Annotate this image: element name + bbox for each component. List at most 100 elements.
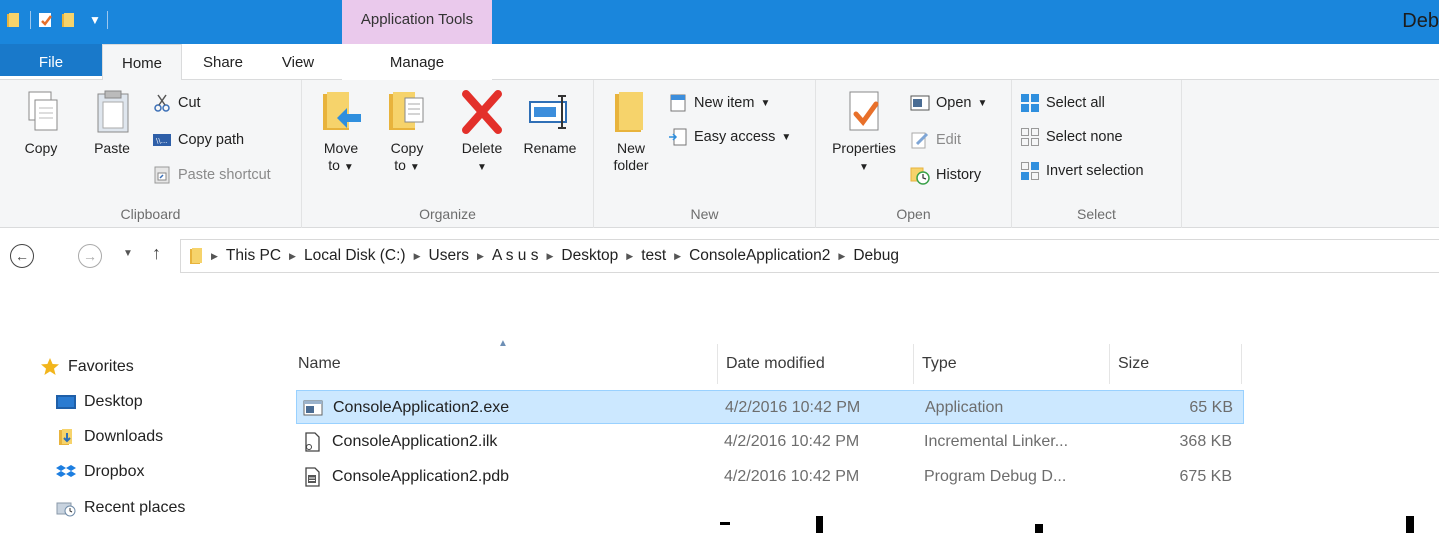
column-header-type[interactable]: Type xyxy=(914,344,1110,384)
file-row[interactable]: ConsoleApplication2.ilk 4/2/2016 10:42 P… xyxy=(296,425,1244,459)
file-date: 4/2/2016 10:42 PM xyxy=(725,399,861,416)
group-open: Properties ▼ Open ▼ Edit History Open xyxy=(816,80,1012,228)
breadcrumb-debug[interactable]: Debug xyxy=(849,247,903,265)
forward-button[interactable]: → xyxy=(78,244,102,268)
dropbox-icon xyxy=(56,465,76,477)
breadcrumb-separator-icon[interactable]: ▶ xyxy=(410,251,425,262)
rename-button[interactable]: Rename xyxy=(518,88,582,157)
select-none-label: Select none xyxy=(1046,129,1123,145)
new-folder-button[interactable]: New folder xyxy=(606,88,656,174)
copy-to-icon xyxy=(389,92,424,130)
open-button[interactable]: Open ▼ xyxy=(910,90,987,116)
column-header-size[interactable]: Size xyxy=(1110,344,1242,384)
copy-path-label: Copy path xyxy=(178,132,245,148)
breadcrumb-test[interactable]: test xyxy=(637,247,670,265)
select-all-label: Select all xyxy=(1046,95,1105,111)
recent-locations-dropdown[interactable]: ▼ xyxy=(123,248,133,259)
group-label-new: New xyxy=(690,206,719,222)
select-all-button[interactable]: Select all xyxy=(1020,90,1105,116)
tab-manage[interactable]: Manage xyxy=(342,44,492,80)
select-all-icon xyxy=(1021,94,1039,112)
column-header-name[interactable]: Name xyxy=(290,344,718,384)
invert-selection-button[interactable]: Invert selection xyxy=(1020,158,1144,184)
paste-icon xyxy=(97,90,129,133)
properties-button[interactable]: Properties ▼ xyxy=(824,88,904,176)
breadcrumb-consoleapplication2[interactable]: ConsoleApplication2 xyxy=(685,247,834,265)
desktop-icon xyxy=(56,395,76,409)
breadcrumb-separator-icon[interactable]: ▶ xyxy=(542,251,557,262)
address-bar[interactable]: ▶ This PC ▶ Local Disk (C:) ▶ Users ▶ A … xyxy=(180,239,1439,273)
back-button[interactable]: ← xyxy=(10,244,34,268)
nav-item-label: Dropbox xyxy=(84,463,145,480)
breadcrumb-asus[interactable]: A s u s xyxy=(488,247,543,265)
file-name-cell: ConsoleApplication2.pdb xyxy=(302,460,509,494)
customize-toolbar-dropdown[interactable]: ▼ xyxy=(89,13,101,27)
copy-button[interactable]: Copy xyxy=(16,88,66,157)
tab-share[interactable]: Share xyxy=(186,44,260,80)
file-size: 675 KB xyxy=(1179,468,1232,485)
tab-file[interactable]: File xyxy=(0,44,102,76)
breadcrumb-separator-icon[interactable]: ▶ xyxy=(670,251,685,262)
nav-item-recent-places[interactable]: Recent places xyxy=(56,494,185,522)
paste-shortcut-icon xyxy=(154,166,170,184)
nav-item-desktop[interactable]: Desktop xyxy=(56,388,143,416)
edit-button[interactable]: Edit xyxy=(910,127,961,153)
invert-selection-label: Invert selection xyxy=(1046,163,1144,179)
paste-shortcut-button[interactable]: Paste shortcut xyxy=(152,162,271,188)
nav-item-dropbox[interactable]: Dropbox xyxy=(56,458,144,486)
breadcrumb-separator-icon[interactable]: ▶ xyxy=(285,251,300,262)
column-header-date-modified[interactable]: Date modified xyxy=(718,344,914,384)
delete-label: Delete ▼ xyxy=(461,140,503,173)
tab-view[interactable]: View xyxy=(266,44,330,80)
easy-access-button[interactable]: Easy access ▼ xyxy=(668,124,791,150)
file-name: ConsoleApplication2.exe xyxy=(333,399,510,416)
context-tab-application-tools: Application Tools xyxy=(342,0,492,44)
new-item-button[interactable]: New item ▼ xyxy=(668,90,770,116)
nav-item-favorites[interactable]: Favorites xyxy=(40,353,134,381)
star-icon xyxy=(41,358,59,375)
folder-icon xyxy=(190,248,202,264)
new-folder-icon[interactable] xyxy=(61,11,79,29)
file-row[interactable]: ConsoleApplication2.pdb 4/2/2016 10:42 P… xyxy=(296,460,1244,494)
group-select: Select all Select none Invert selection … xyxy=(1012,80,1182,228)
group-organize: Move to ▼ Copy to ▼ Delete ▼ Rename Organiz… xyxy=(302,80,594,228)
breadcrumb-this-pc[interactable]: This PC xyxy=(222,247,285,265)
copy-path-button[interactable]: \\... Copy path xyxy=(152,127,244,153)
properties-icon xyxy=(849,91,879,131)
delete-button[interactable]: Delete ▼ xyxy=(452,88,512,176)
breadcrumb-local-disk[interactable]: Local Disk (C:) xyxy=(300,247,410,265)
up-button[interactable]: ↑ xyxy=(152,243,161,264)
back-arrow-icon: ← xyxy=(15,248,29,264)
move-to-icon xyxy=(323,92,361,130)
breadcrumb-separator-icon[interactable]: ▶ xyxy=(622,251,637,262)
paste-button[interactable]: Paste xyxy=(84,88,140,157)
breadcrumb-desktop[interactable]: Desktop xyxy=(557,247,622,265)
history-button[interactable]: History xyxy=(910,162,981,188)
file-type: Incremental Linker... xyxy=(924,433,1069,450)
file-list: ▲ Name Date modified Type Size ConsoleAp… xyxy=(290,336,1439,533)
breadcrumb-users[interactable]: Users xyxy=(425,247,473,265)
edit-pencil-icon xyxy=(911,132,929,149)
delete-x-icon xyxy=(462,90,502,134)
easy-access-icon xyxy=(669,128,687,146)
file-type: Program Debug D... xyxy=(924,468,1067,485)
nav-item-downloads[interactable]: Downloads xyxy=(56,423,163,451)
copy-to-button[interactable]: Copy to ▼ xyxy=(380,88,434,176)
cropped-artifact xyxy=(720,522,730,525)
history-icon xyxy=(910,167,930,185)
nav-item-label: Downloads xyxy=(84,428,164,445)
select-none-button[interactable]: Select none xyxy=(1020,124,1123,150)
file-date: 4/2/2016 10:42 PM xyxy=(724,468,860,485)
breadcrumb-separator-icon[interactable]: ▶ xyxy=(834,251,849,262)
group-label-clipboard: Clipboard xyxy=(120,206,181,222)
properties-check-icon[interactable] xyxy=(37,11,55,29)
file-row[interactable]: ConsoleApplication2.exe 4/2/2016 10:42 P… xyxy=(296,390,1244,424)
cut-button[interactable]: Cut xyxy=(152,90,201,116)
breadcrumb-separator-icon[interactable]: ▶ xyxy=(473,251,488,262)
navigation-pane: Favorites Desktop Downloads Dropbox Rece… xyxy=(0,345,270,533)
move-to-button[interactable]: Move to ▼ xyxy=(314,88,368,176)
breadcrumb-separator-icon[interactable]: ▶ xyxy=(207,251,222,262)
folder-icon[interactable] xyxy=(6,11,24,29)
tab-home[interactable]: Home xyxy=(102,44,182,81)
invert-selection-icon xyxy=(1021,162,1039,180)
